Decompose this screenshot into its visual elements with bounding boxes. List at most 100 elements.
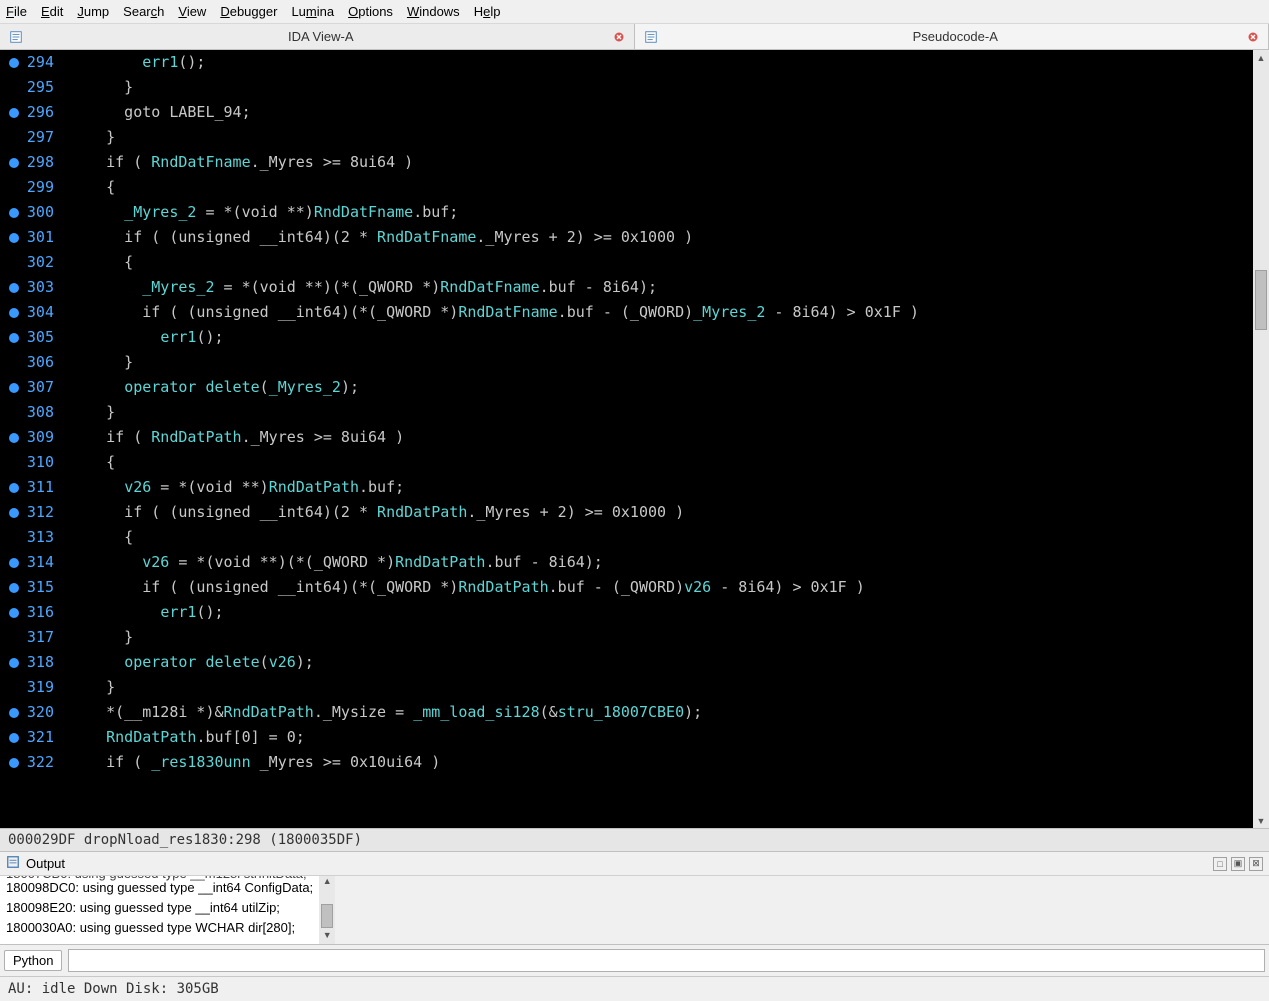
code-line[interactable]: if ( (unsigned __int64)(2 * RndDatFname.…: [70, 225, 1253, 250]
code-line[interactable]: {: [70, 450, 1253, 475]
breakpoint-marker[interactable]: [9, 483, 19, 493]
code-line[interactable]: err1();: [70, 600, 1253, 625]
menu-options[interactable]: Options: [348, 4, 393, 19]
line-number[interactable]: 318: [0, 650, 54, 675]
breakpoint-marker[interactable]: [9, 383, 19, 393]
line-number[interactable]: 311: [0, 475, 54, 500]
scrollbar-thumb[interactable]: [1255, 270, 1267, 330]
line-number[interactable]: 309: [0, 425, 54, 450]
code-line[interactable]: err1();: [70, 325, 1253, 350]
code-line[interactable]: {: [70, 175, 1253, 200]
code-line[interactable]: v26 = *(void **)(*(_QWORD *)RndDatPath.b…: [70, 550, 1253, 575]
menu-debugger[interactable]: Debugger: [220, 4, 277, 19]
line-number[interactable]: 305: [0, 325, 54, 350]
line-number[interactable]: 316: [0, 600, 54, 625]
line-number[interactable]: 308: [0, 400, 54, 425]
code-line[interactable]: v26 = *(void **)RndDatPath.buf;: [70, 475, 1253, 500]
line-number[interactable]: 301: [0, 225, 54, 250]
code-line[interactable]: }: [70, 350, 1253, 375]
navigation-address-bar[interactable]: 000029DF dropNload_res1830:298 (1800035D…: [0, 828, 1269, 851]
breakpoint-marker[interactable]: [9, 733, 19, 743]
code-line[interactable]: RndDatPath.buf[0] = 0;: [70, 725, 1253, 750]
code-line[interactable]: *(__m128i *)&RndDatPath._Mysize = _mm_lo…: [70, 700, 1253, 725]
line-number[interactable]: 304: [0, 300, 54, 325]
code-line[interactable]: }: [70, 400, 1253, 425]
breakpoint-marker[interactable]: [9, 508, 19, 518]
code-line[interactable]: }: [70, 625, 1253, 650]
code-line[interactable]: if ( (unsigned __int64)(2 * RndDatPath._…: [70, 500, 1253, 525]
code-line[interactable]: err1();: [70, 50, 1253, 75]
breakpoint-marker[interactable]: [9, 658, 19, 668]
line-number[interactable]: 295: [0, 75, 54, 100]
tab-pseudocode-a[interactable]: Pseudocode-A: [635, 24, 1269, 49]
command-input[interactable]: [68, 949, 1265, 972]
line-number[interactable]: 313: [0, 525, 54, 550]
code-line[interactable]: operator delete(_Myres_2);: [70, 375, 1253, 400]
line-number[interactable]: 302: [0, 250, 54, 275]
code-line[interactable]: if ( RndDatFname._Myres >= 8ui64 ): [70, 150, 1253, 175]
breakpoint-marker[interactable]: [9, 283, 19, 293]
menu-lumina[interactable]: Lumina: [291, 4, 334, 19]
output-close-button[interactable]: ⊠: [1249, 857, 1263, 871]
pseudocode-view[interactable]: err1(); } goto LABEL_94; } if ( RndDatFn…: [60, 50, 1253, 828]
line-number[interactable]: 306: [0, 350, 54, 375]
line-number[interactable]: 300: [0, 200, 54, 225]
line-number[interactable]: 298: [0, 150, 54, 175]
tab-ida-view-a[interactable]: IDA View-A: [0, 24, 635, 49]
line-number[interactable]: 296: [0, 100, 54, 125]
scroll-down-arrow[interactable]: ▼: [1253, 813, 1269, 828]
output-restore-button[interactable]: ▣: [1231, 857, 1245, 871]
menu-jump[interactable]: Jump: [77, 4, 109, 19]
breakpoint-marker[interactable]: [9, 583, 19, 593]
script-language-selector[interactable]: Python: [4, 950, 62, 971]
code-line[interactable]: {: [70, 250, 1253, 275]
menu-search[interactable]: Search: [123, 4, 164, 19]
breakpoint-marker[interactable]: [9, 108, 19, 118]
menu-view[interactable]: View: [178, 4, 206, 19]
code-line[interactable]: _Myres_2 = *(void **)(*(_QWORD *)RndDatF…: [70, 275, 1253, 300]
breakpoint-marker[interactable]: [9, 308, 19, 318]
code-line[interactable]: if ( (unsigned __int64)(*(_QWORD *)RndDa…: [70, 575, 1253, 600]
breakpoint-marker[interactable]: [9, 333, 19, 343]
code-line[interactable]: if ( _res1830unn _Myres >= 0x10ui64 ): [70, 750, 1253, 775]
line-number[interactable]: 315: [0, 575, 54, 600]
code-line[interactable]: if ( (unsigned __int64)(*(_QWORD *)RndDa…: [70, 300, 1253, 325]
output-maximize-button[interactable]: □: [1213, 857, 1227, 871]
tab-close-button[interactable]: [1246, 30, 1260, 44]
line-number[interactable]: 320: [0, 700, 54, 725]
line-number[interactable]: 310: [0, 450, 54, 475]
code-line[interactable]: }: [70, 125, 1253, 150]
line-number[interactable]: 317: [0, 625, 54, 650]
breakpoint-marker[interactable]: [9, 233, 19, 243]
code-line[interactable]: {: [70, 525, 1253, 550]
line-number[interactable]: 294: [0, 50, 54, 75]
tab-close-button[interactable]: [612, 30, 626, 44]
breakpoint-marker[interactable]: [9, 433, 19, 443]
breakpoint-marker[interactable]: [9, 208, 19, 218]
output-scrollbar[interactable]: ▲ ▼: [319, 876, 335, 944]
line-number[interactable]: 303: [0, 275, 54, 300]
breakpoint-marker[interactable]: [9, 558, 19, 568]
breakpoint-marker[interactable]: [9, 758, 19, 768]
code-line[interactable]: }: [70, 75, 1253, 100]
code-line[interactable]: if ( RndDatPath._Myres >= 8ui64 ): [70, 425, 1253, 450]
breakpoint-marker[interactable]: [9, 158, 19, 168]
menu-windows[interactable]: Windows: [407, 4, 460, 19]
code-line[interactable]: _Myres_2 = *(void **)RndDatFname.buf;: [70, 200, 1253, 225]
output-log[interactable]: 18007CB0: using guessed type __m128i str…: [0, 876, 319, 944]
line-number[interactable]: 319: [0, 675, 54, 700]
menu-file[interactable]: File: [6, 4, 27, 19]
breakpoint-marker[interactable]: [9, 58, 19, 68]
scroll-up-arrow[interactable]: ▲: [1253, 50, 1269, 65]
breakpoint-marker[interactable]: [9, 708, 19, 718]
line-number[interactable]: 322: [0, 750, 54, 775]
line-number[interactable]: 307: [0, 375, 54, 400]
code-line[interactable]: }: [70, 675, 1253, 700]
line-number[interactable]: 314: [0, 550, 54, 575]
line-number[interactable]: 312: [0, 500, 54, 525]
vertical-scrollbar[interactable]: ▲ ▼: [1253, 50, 1269, 828]
breakpoint-marker[interactable]: [9, 608, 19, 618]
menu-help[interactable]: Help: [474, 4, 501, 19]
code-line[interactable]: goto LABEL_94;: [70, 100, 1253, 125]
line-number[interactable]: 321: [0, 725, 54, 750]
